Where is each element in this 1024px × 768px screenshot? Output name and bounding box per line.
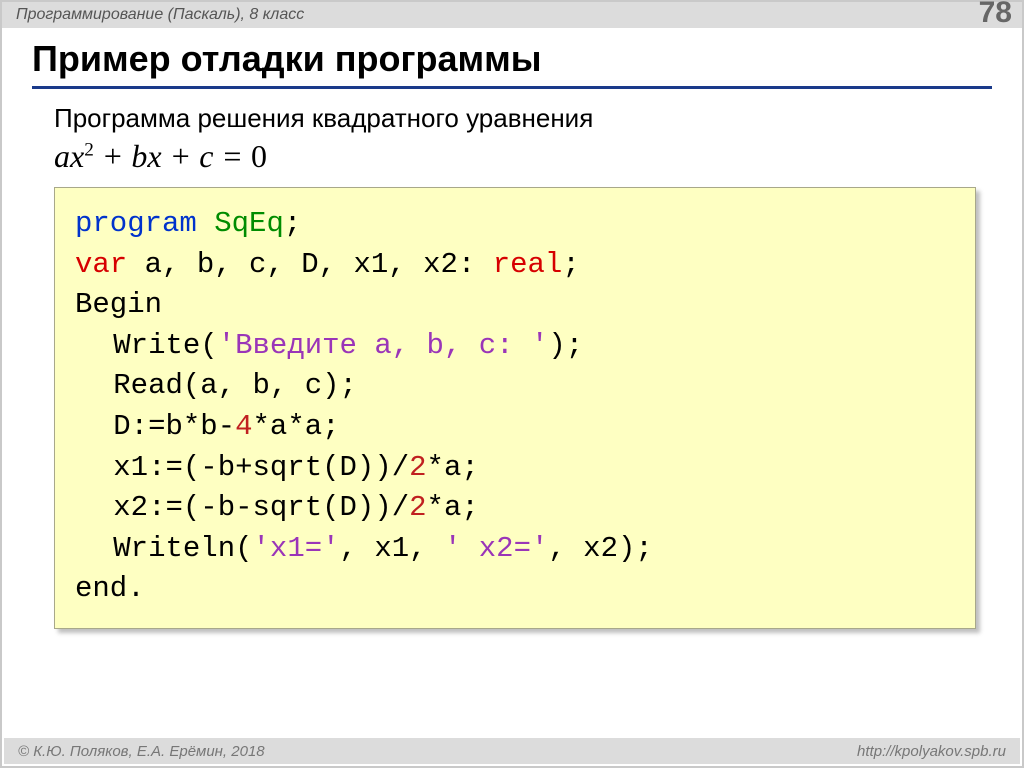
- mid2: , x2);: [548, 532, 652, 565]
- footer-bar: © К.Ю. Поляков, Е.А. Ерёмин, 2018 http:/…: [4, 738, 1020, 764]
- code-write: Write(: [113, 329, 217, 362]
- d-post: *a*a;: [253, 410, 340, 443]
- str-x2: ' x2=': [444, 532, 548, 565]
- x2-pre: x2:=(-b-sqrt(D))/: [113, 491, 409, 524]
- code-box: program SqEq; var a, b, c, D, x1, x2: re…: [54, 187, 976, 629]
- code-read: Read(a, b, c);: [113, 369, 357, 402]
- kw-begin: Begin: [75, 288, 162, 321]
- content-area: Пример отладки программы Программа решен…: [2, 28, 1022, 629]
- str-x1: 'x1=': [253, 532, 340, 565]
- str-prompt: 'Введите a, b, c: ': [218, 329, 549, 362]
- footer-right: http://kpolyakov.spb.ru: [857, 743, 1006, 760]
- code-writeln: Writeln(: [113, 532, 252, 565]
- mid1: , x1,: [340, 532, 444, 565]
- x1-post: *a;: [427, 451, 479, 484]
- eq-rhs: 0: [251, 138, 267, 174]
- eq-mid: + bx + c =: [94, 138, 251, 174]
- var-list: a, b, c, D, x1, x2:: [127, 248, 492, 281]
- x1-two: 2: [409, 451, 426, 484]
- kw-real: real: [493, 248, 563, 281]
- slide-subtitle: Программа решения квадратного уравнения: [54, 103, 992, 134]
- header-bar: Программирование (Паскаль), 8 класс 78: [2, 2, 1022, 28]
- x2-post: *a;: [427, 491, 479, 524]
- slide-title: Пример отладки программы: [32, 38, 992, 89]
- prog-name: SqEq: [214, 207, 284, 240]
- x1-pre: x1:=(-b+sqrt(D))/: [113, 451, 409, 484]
- equation: ax2 + bx + c = 0: [54, 138, 992, 175]
- footer-left: © К.Ю. Поляков, Е.А. Ерёмин, 2018: [18, 743, 265, 760]
- slide: Программирование (Паскаль), 8 класс 78 П…: [0, 0, 1024, 768]
- eq-sup: 2: [84, 139, 94, 160]
- d-pre: D:=b*b-: [113, 410, 235, 443]
- kw-end: end.: [75, 572, 145, 605]
- page-number: 78: [979, 0, 1012, 30]
- eq-a: ax: [54, 138, 84, 174]
- kw-program: program: [75, 207, 197, 240]
- x2-two: 2: [409, 491, 426, 524]
- kw-var: var: [75, 248, 127, 281]
- header-left: Программирование (Паскаль), 8 класс: [16, 6, 304, 24]
- d-four: 4: [235, 410, 252, 443]
